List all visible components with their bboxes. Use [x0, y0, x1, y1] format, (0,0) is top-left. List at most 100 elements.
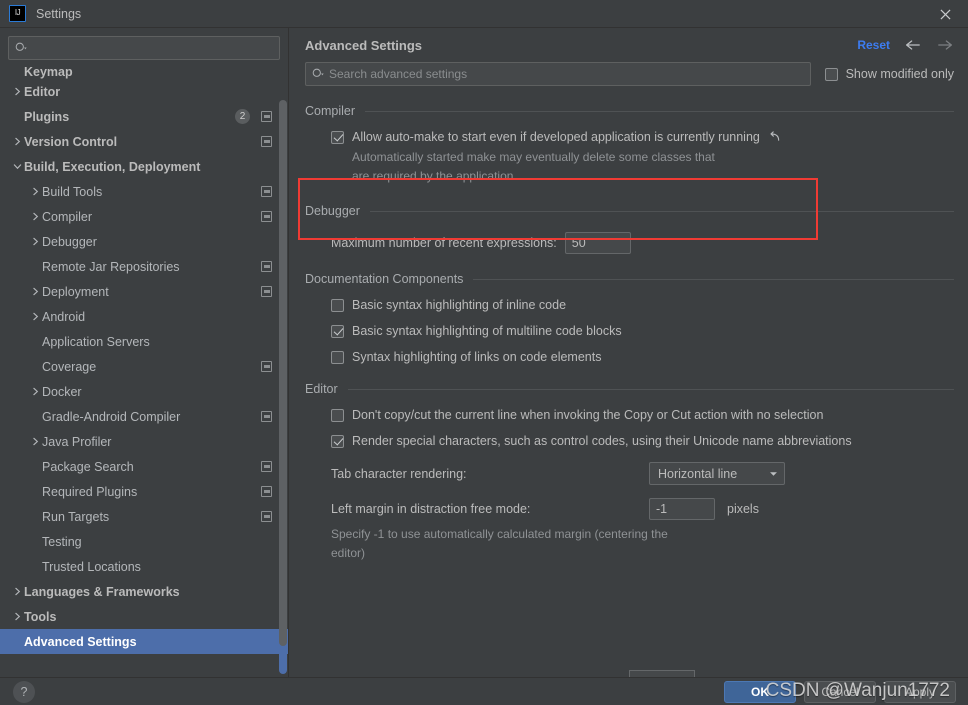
option-checkbox[interactable]	[331, 408, 344, 422]
sidebar-item-gradle-android-compiler[interactable]: Gradle-Android Compiler	[0, 404, 288, 429]
option-checkbox[interactable]	[331, 324, 344, 338]
option-checkbox[interactable]	[331, 434, 344, 448]
option-label: Don't copy/cut the current line when inv…	[352, 408, 824, 422]
sidebar-item-label: Java Profiler	[42, 434, 112, 449]
tab-character-rendering-dropdown[interactable]: Horizontal line	[649, 462, 785, 485]
option-label: Basic syntax highlighting of inline code	[352, 298, 567, 312]
clipped-field-below-fold[interactable]	[629, 670, 695, 677]
advanced-search-input[interactable]	[329, 67, 804, 81]
sidebar-item-android[interactable]: Android	[0, 304, 288, 329]
option-textfield-suffix-row: Left margin in distraction free mode: pix…	[305, 498, 954, 520]
sidebar-item-trusted-locations[interactable]: Trusted Locations	[0, 554, 288, 579]
sidebar-item-run-targets[interactable]: Run Targets	[0, 504, 288, 529]
help-button[interactable]: ?	[13, 680, 35, 703]
option-checkbox-row[interactable]: Basic syntax highlighting of inline code	[305, 298, 954, 312]
option-description: Specify -1 to use automatically calculat…	[331, 527, 668, 560]
chevron-right-icon	[28, 212, 42, 221]
project-scope-icon	[261, 261, 272, 272]
sidebar-item-build-tools[interactable]: Build Tools	[0, 179, 288, 204]
project-scope-icon	[261, 111, 272, 122]
chevron-down-icon	[10, 162, 24, 171]
sidebar-item-build-execution-deployment[interactable]: Build, Execution, Deployment	[0, 154, 288, 179]
option-checkbox-row[interactable]: Syntax highlighting of links on code ele…	[305, 350, 954, 364]
sidebar-item-label: Run Targets	[42, 509, 110, 524]
sidebar-item-testing[interactable]: Testing	[0, 529, 288, 554]
reset-button[interactable]: Reset	[857, 38, 890, 52]
option-checkbox-row[interactable]: Render special characters, such as contr…	[305, 434, 954, 448]
chevron-right-icon	[10, 612, 24, 621]
arrow-right-icon[interactable]	[936, 36, 954, 54]
page-title: Advanced Settings	[305, 37, 423, 53]
chevron-right-icon	[28, 387, 42, 396]
show-modified-only-checkbox[interactable]	[824, 67, 838, 81]
option-label: Basic syntax highlighting of multiline c…	[352, 324, 622, 338]
arrow-left-icon[interactable]	[904, 36, 922, 54]
project-scope-icon	[261, 361, 272, 372]
footer-buttons: OK Cancel Apply	[724, 680, 956, 703]
sidebar-item-keymap[interactable]: Keymap	[0, 64, 288, 79]
sidebar-item-label: Build Tools	[42, 184, 103, 199]
sidebar-item-label: Remote Jar Repositories	[42, 259, 180, 274]
section-header-debugger: Debugger	[305, 204, 954, 218]
sidebar-item-badge: 2	[235, 109, 250, 124]
sidebar-item-editor[interactable]: Editor	[0, 79, 288, 104]
section-rule	[347, 388, 954, 390]
project-scope-icon	[261, 486, 272, 497]
option-checkbox[interactable]	[331, 350, 344, 364]
revert-icon[interactable]	[768, 130, 782, 144]
sidebar-item-version-control[interactable]: Version Control	[0, 129, 288, 154]
sidebar-search-input[interactable]	[32, 41, 273, 55]
sidebar-item-tools[interactable]: Tools	[0, 604, 288, 629]
sidebar-item-coverage[interactable]: Coverage	[0, 354, 288, 379]
section-title: Documentation Components	[305, 272, 464, 286]
section-title: Compiler	[305, 104, 356, 118]
option-checkbox[interactable]	[331, 130, 344, 144]
sidebar-item-plugins[interactable]: Plugins 2	[0, 104, 288, 129]
sidebar-item-package-search[interactable]: Package Search	[0, 454, 288, 479]
advanced-search-row: Show modified only	[289, 62, 968, 86]
sidebar-scrollbar-selected-marker[interactable]	[279, 646, 287, 674]
option-checkbox-row[interactable]: Don't copy/cut the current line when inv…	[305, 408, 954, 422]
sidebar-item-java-profiler[interactable]: Java Profiler	[0, 429, 288, 454]
option-checkbox-row[interactable]: Basic syntax highlighting of multiline c…	[305, 324, 954, 338]
sidebar-item-docker[interactable]: Docker	[0, 379, 288, 404]
search-icon	[15, 42, 27, 51]
sidebar-item-advanced-settings[interactable]: Advanced Settings	[0, 629, 288, 654]
settings-sidebar: Keymap Editor Plugins 2 Version Control Build…	[0, 28, 288, 677]
option-checkbox-row[interactable]: Allow auto-make to start even if develop…	[305, 130, 954, 144]
sidebar-item-label: Gradle-Android Compiler	[42, 409, 181, 424]
sidebar-scrollbar[interactable]	[279, 100, 287, 646]
main-header: Advanced Settings Reset	[289, 28, 968, 62]
option-checkbox[interactable]	[331, 298, 344, 312]
sidebar-item-debugger[interactable]: Debugger	[0, 229, 288, 254]
option-text-input[interactable]	[564, 232, 631, 254]
sidebar-item-application-servers[interactable]: Application Servers	[0, 329, 288, 354]
option-label: Tab character rendering:	[331, 466, 467, 481]
advanced-search-box[interactable]	[305, 62, 811, 86]
sidebar-item-label: Advanced Settings	[24, 634, 137, 649]
ok-button[interactable]: OK	[724, 680, 796, 703]
show-modified-only-row[interactable]: Show modified only	[824, 67, 954, 81]
dialog-footer: ? OK Cancel Apply CSDN @Wanjun1772	[0, 677, 968, 705]
cancel-button[interactable]: Cancel	[804, 680, 876, 703]
sidebar-item-languages-frameworks[interactable]: Languages & Frameworks	[0, 579, 288, 604]
sidebar-item-label: Version Control	[24, 134, 118, 149]
sidebar-item-deployment[interactable]: Deployment	[0, 279, 288, 304]
sidebar-item-label: Build, Execution, Deployment	[24, 159, 201, 174]
close-icon[interactable]	[922, 0, 968, 28]
option-label: Syntax highlighting of links on code ele…	[352, 350, 602, 364]
project-scope-icon	[261, 411, 272, 422]
option-text-input[interactable]	[649, 498, 715, 520]
sidebar-item-remote-jar-repositories[interactable]: Remote Jar Repositories	[0, 254, 288, 279]
sidebar-search-box[interactable]	[8, 36, 280, 60]
sidebar-item-label: Tools	[24, 609, 57, 624]
show-modified-only-label: Show modified only	[845, 67, 954, 81]
section-header-documentation-components: Documentation Components	[305, 272, 954, 286]
section-header-compiler: Compiler	[305, 104, 954, 118]
apply-button[interactable]: Apply	[884, 680, 956, 703]
sidebar-item-required-plugins[interactable]: Required Plugins	[0, 479, 288, 504]
advanced-settings-panel: Advanced Settings Reset Search advanced …	[289, 28, 968, 677]
sidebar-item-label: Editor	[24, 84, 61, 99]
chevron-right-icon	[28, 287, 42, 296]
sidebar-item-compiler[interactable]: Compiler	[0, 204, 288, 229]
